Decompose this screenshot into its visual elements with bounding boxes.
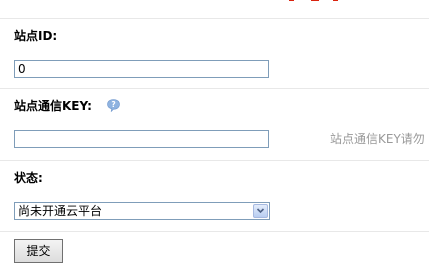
site-id-label: 站点ID: (14, 29, 58, 43)
chevron-down-icon[interactable] (253, 204, 268, 218)
divider (0, 160, 429, 161)
divider (0, 18, 429, 19)
divider (0, 88, 429, 89)
status-label: 状态: (14, 171, 43, 185)
status-select-value: 尚未开通云平台 (18, 204, 103, 218)
site-key-input[interactable] (14, 130, 269, 148)
submit-button[interactable]: 提交 (14, 239, 63, 263)
svg-text:?: ? (111, 100, 115, 109)
site-key-label: 站点通信KEY: (14, 99, 92, 113)
divider (0, 231, 429, 232)
header-red-mark (289, 0, 353, 2)
help-bubble-icon[interactable]: ? (107, 99, 120, 113)
status-select[interactable]: 尚未开通云平台 (14, 202, 270, 220)
site-id-input[interactable] (14, 60, 269, 78)
site-key-hint: 站点通信KEY请勿 (330, 132, 425, 146)
